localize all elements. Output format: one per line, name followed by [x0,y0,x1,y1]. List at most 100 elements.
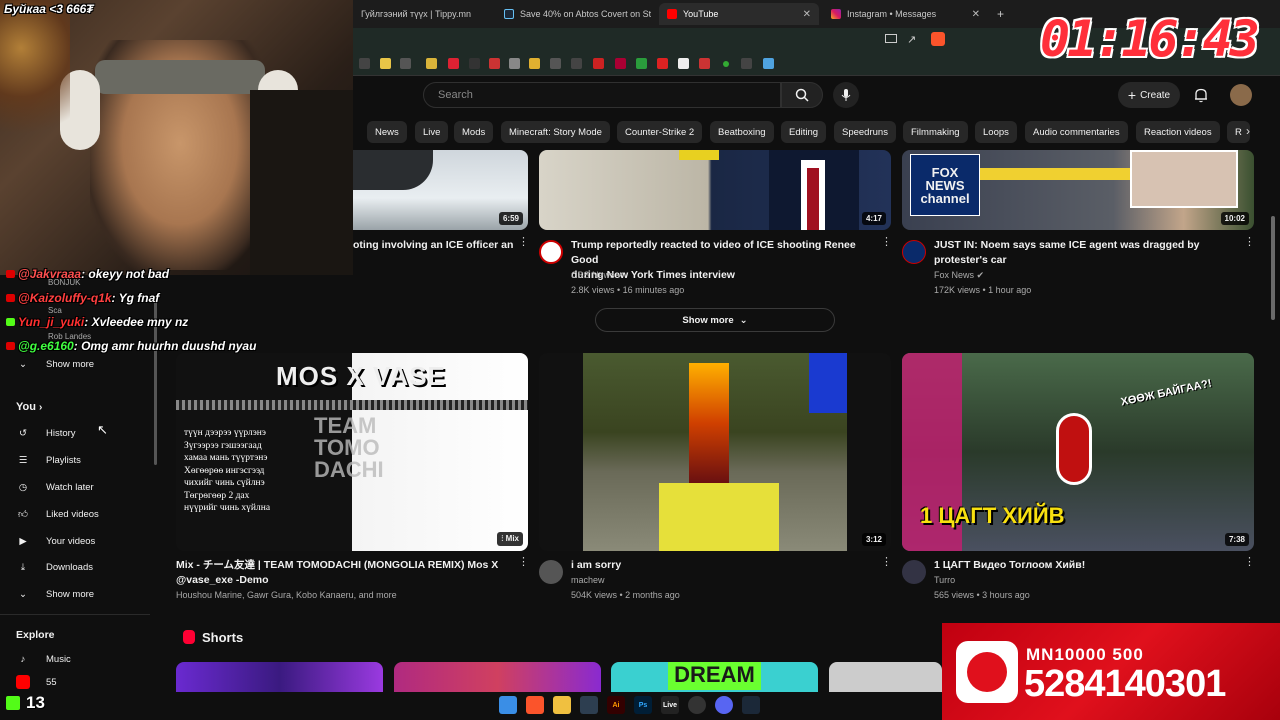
chip-reaction-videos[interactable]: Reaction videos [1136,121,1220,143]
tab-steam[interactable]: Save 40% on Abtos Covert on Steam [496,3,651,25]
bookmark-icon[interactable] [763,58,774,69]
share-icon[interactable]: ↗ [907,33,916,46]
chip-beatboxing[interactable]: Beatboxing [710,121,774,143]
bookmark-icon[interactable] [469,58,480,69]
channel-name[interactable]: machew [571,573,605,588]
davinci-icon[interactable] [580,696,598,714]
video-thumbnail[interactable]: FOX NEWS channel 10:02 [902,150,1254,230]
bookmark-icon[interactable] [359,58,370,69]
tab-youtube[interactable]: YouTube ✕ [659,3,819,25]
chip-live[interactable]: Live [415,121,449,143]
chevron-right-icon[interactable]: › [1246,124,1250,138]
sidebar-item-playlists[interactable]: ☰ Playlists [16,451,81,469]
bookmark-icon[interactable] [509,58,520,69]
chip-filmmaking[interactable]: Filmmaking [903,121,968,143]
chip-loops[interactable]: Loops [975,121,1017,143]
sidebar-item-partial[interactable]: 55 [16,673,57,691]
sidebar-item-history[interactable]: ↺ History [16,424,76,442]
tab-instagram[interactable]: Instagram • Messages ✕ [823,3,988,25]
tab-tippy[interactable]: Гуйлгээний түүх | Tippy.mn [353,3,493,25]
discord-icon[interactable] [715,696,733,714]
steam-icon[interactable] [742,696,760,714]
voice-search-button[interactable] [833,82,859,108]
bookmark-icon[interactable] [400,58,411,69]
bookmark-icon[interactable] [380,58,391,69]
video-title[interactable]: oting involving an ICE officer and [353,238,513,253]
create-button[interactable]: + Create [1118,82,1180,108]
more-options-icon[interactable]: ⋮ [881,237,892,248]
bookmark-icon[interactable] [723,61,729,67]
video-thumbnail[interactable]: 4:17 [539,150,891,230]
short-thumbnail[interactable] [394,662,601,692]
sidebar-item-your-videos[interactable]: ▶ Your videos [16,532,95,550]
more-options-icon[interactable]: ⋮ [1244,557,1255,568]
more-options-icon[interactable]: ⋮ [518,237,529,248]
search-input[interactable]: Search [423,82,781,108]
sidebar-item-downloads[interactable]: ⤓ Downloads [16,558,93,576]
bookmark-icon[interactable] [448,58,459,69]
video-thumbnail[interactable]: 3:12 [539,353,891,551]
channel-name[interactable]: Turro [934,573,955,588]
channel-name[interactable]: Fox News ✔ [934,268,984,283]
channel-avatar[interactable] [539,240,563,264]
brave-icon[interactable] [526,696,544,714]
illustrator-icon[interactable]: Ai [607,696,625,714]
bookmark-icon[interactable] [699,58,710,69]
account-avatar[interactable] [1230,84,1252,106]
sidebar-item-watch-later[interactable]: ◷ Watch later [16,478,94,496]
bookmark-icon[interactable] [657,58,668,69]
video-thumbnail[interactable]: ХӨӨЖ БАЙГАА?! 1 ЦАГТ ХИЙВ 7:38 [902,353,1254,551]
video-thumbnail[interactable]: MOS X VASE түүн дээрээ үүрлэнэ Зүгээрээ … [176,353,528,551]
chip-editing[interactable]: Editing [781,121,827,143]
notifications-button[interactable] [1190,84,1212,106]
sidebar-item-liked-videos[interactable]: 👍︎ Liked videos [16,505,99,523]
search-button[interactable] [781,82,823,108]
live-app-icon[interactable]: Live [661,696,679,714]
chip-speedruns[interactable]: Speedruns [834,121,896,143]
short-thumbnail[interactable] [176,662,383,692]
short-thumbnail[interactable]: DREAM [611,662,818,692]
windows-start-icon[interactable] [499,696,517,714]
folder-icon[interactable] [553,696,571,714]
cast-icon[interactable] [885,34,897,43]
chip-mods[interactable]: Mods [454,121,494,143]
bookmark-icon[interactable] [529,58,540,69]
bookmark-icon[interactable] [593,58,604,69]
bookmark-icon[interactable] [741,58,752,69]
video-thumbnail[interactable]: 6:59 [353,150,528,230]
new-tab-button[interactable]: + [989,3,1009,25]
brave-shield-icon[interactable] [931,32,945,46]
video-title[interactable]: i am sorry [571,558,621,573]
bookmark-icon[interactable] [426,58,437,69]
sidebar-you-header[interactable]: You › [16,401,42,413]
more-options-icon[interactable]: ⋮ [518,557,529,568]
chip-minecraft-story-mode[interactable]: Minecraft: Story Mode [501,121,610,143]
bookmark-icon[interactable] [636,58,647,69]
sidebar-show-more-you[interactable]: ⌄ Show more [16,585,94,603]
channel-avatar[interactable] [539,560,563,584]
chip-audio-commentaries[interactable]: Audio commentaries [1025,121,1128,143]
channel-name[interactable]: CBS News ✔ [571,268,625,283]
channel-avatar[interactable] [902,560,926,584]
more-options-icon[interactable]: ⋮ [881,557,892,568]
bookmark-icon[interactable] [615,58,626,69]
more-options-icon[interactable]: ⋮ [1244,237,1255,248]
chip-counter-strike-2[interactable]: Counter-Strike 2 [617,121,703,143]
bookmark-icon[interactable] [678,58,689,69]
short-thumbnail[interactable] [829,662,942,692]
bookmark-icon[interactable] [550,58,561,69]
bookmark-icon[interactable] [571,58,582,69]
close-tab-icon[interactable]: ✕ [972,9,980,20]
sidebar-item-music[interactable]: ♪ Music [16,650,71,668]
video-title[interactable]: Mix - チーム友達 | TEAM TOMODACHI (MONGOLIA R… [176,558,511,588]
photoshop-icon[interactable]: Ps [634,696,652,714]
obs-icon[interactable] [688,696,706,714]
chip-news[interactable]: News [367,121,407,143]
channel-avatar[interactable] [902,240,926,264]
sidebar-show-more-subs[interactable]: ⌄ Show more [16,355,94,373]
close-tab-icon[interactable]: ✕ [803,9,811,20]
bookmark-icon[interactable] [489,58,500,69]
video-title[interactable]: 1 ЦАГТ Видео Тоглоом Хийв! [934,558,1085,573]
video-title[interactable]: JUST IN: Noem says same ICE agent was dr… [934,238,1234,268]
show-more-button[interactable]: Show more ⌄ [595,308,835,332]
